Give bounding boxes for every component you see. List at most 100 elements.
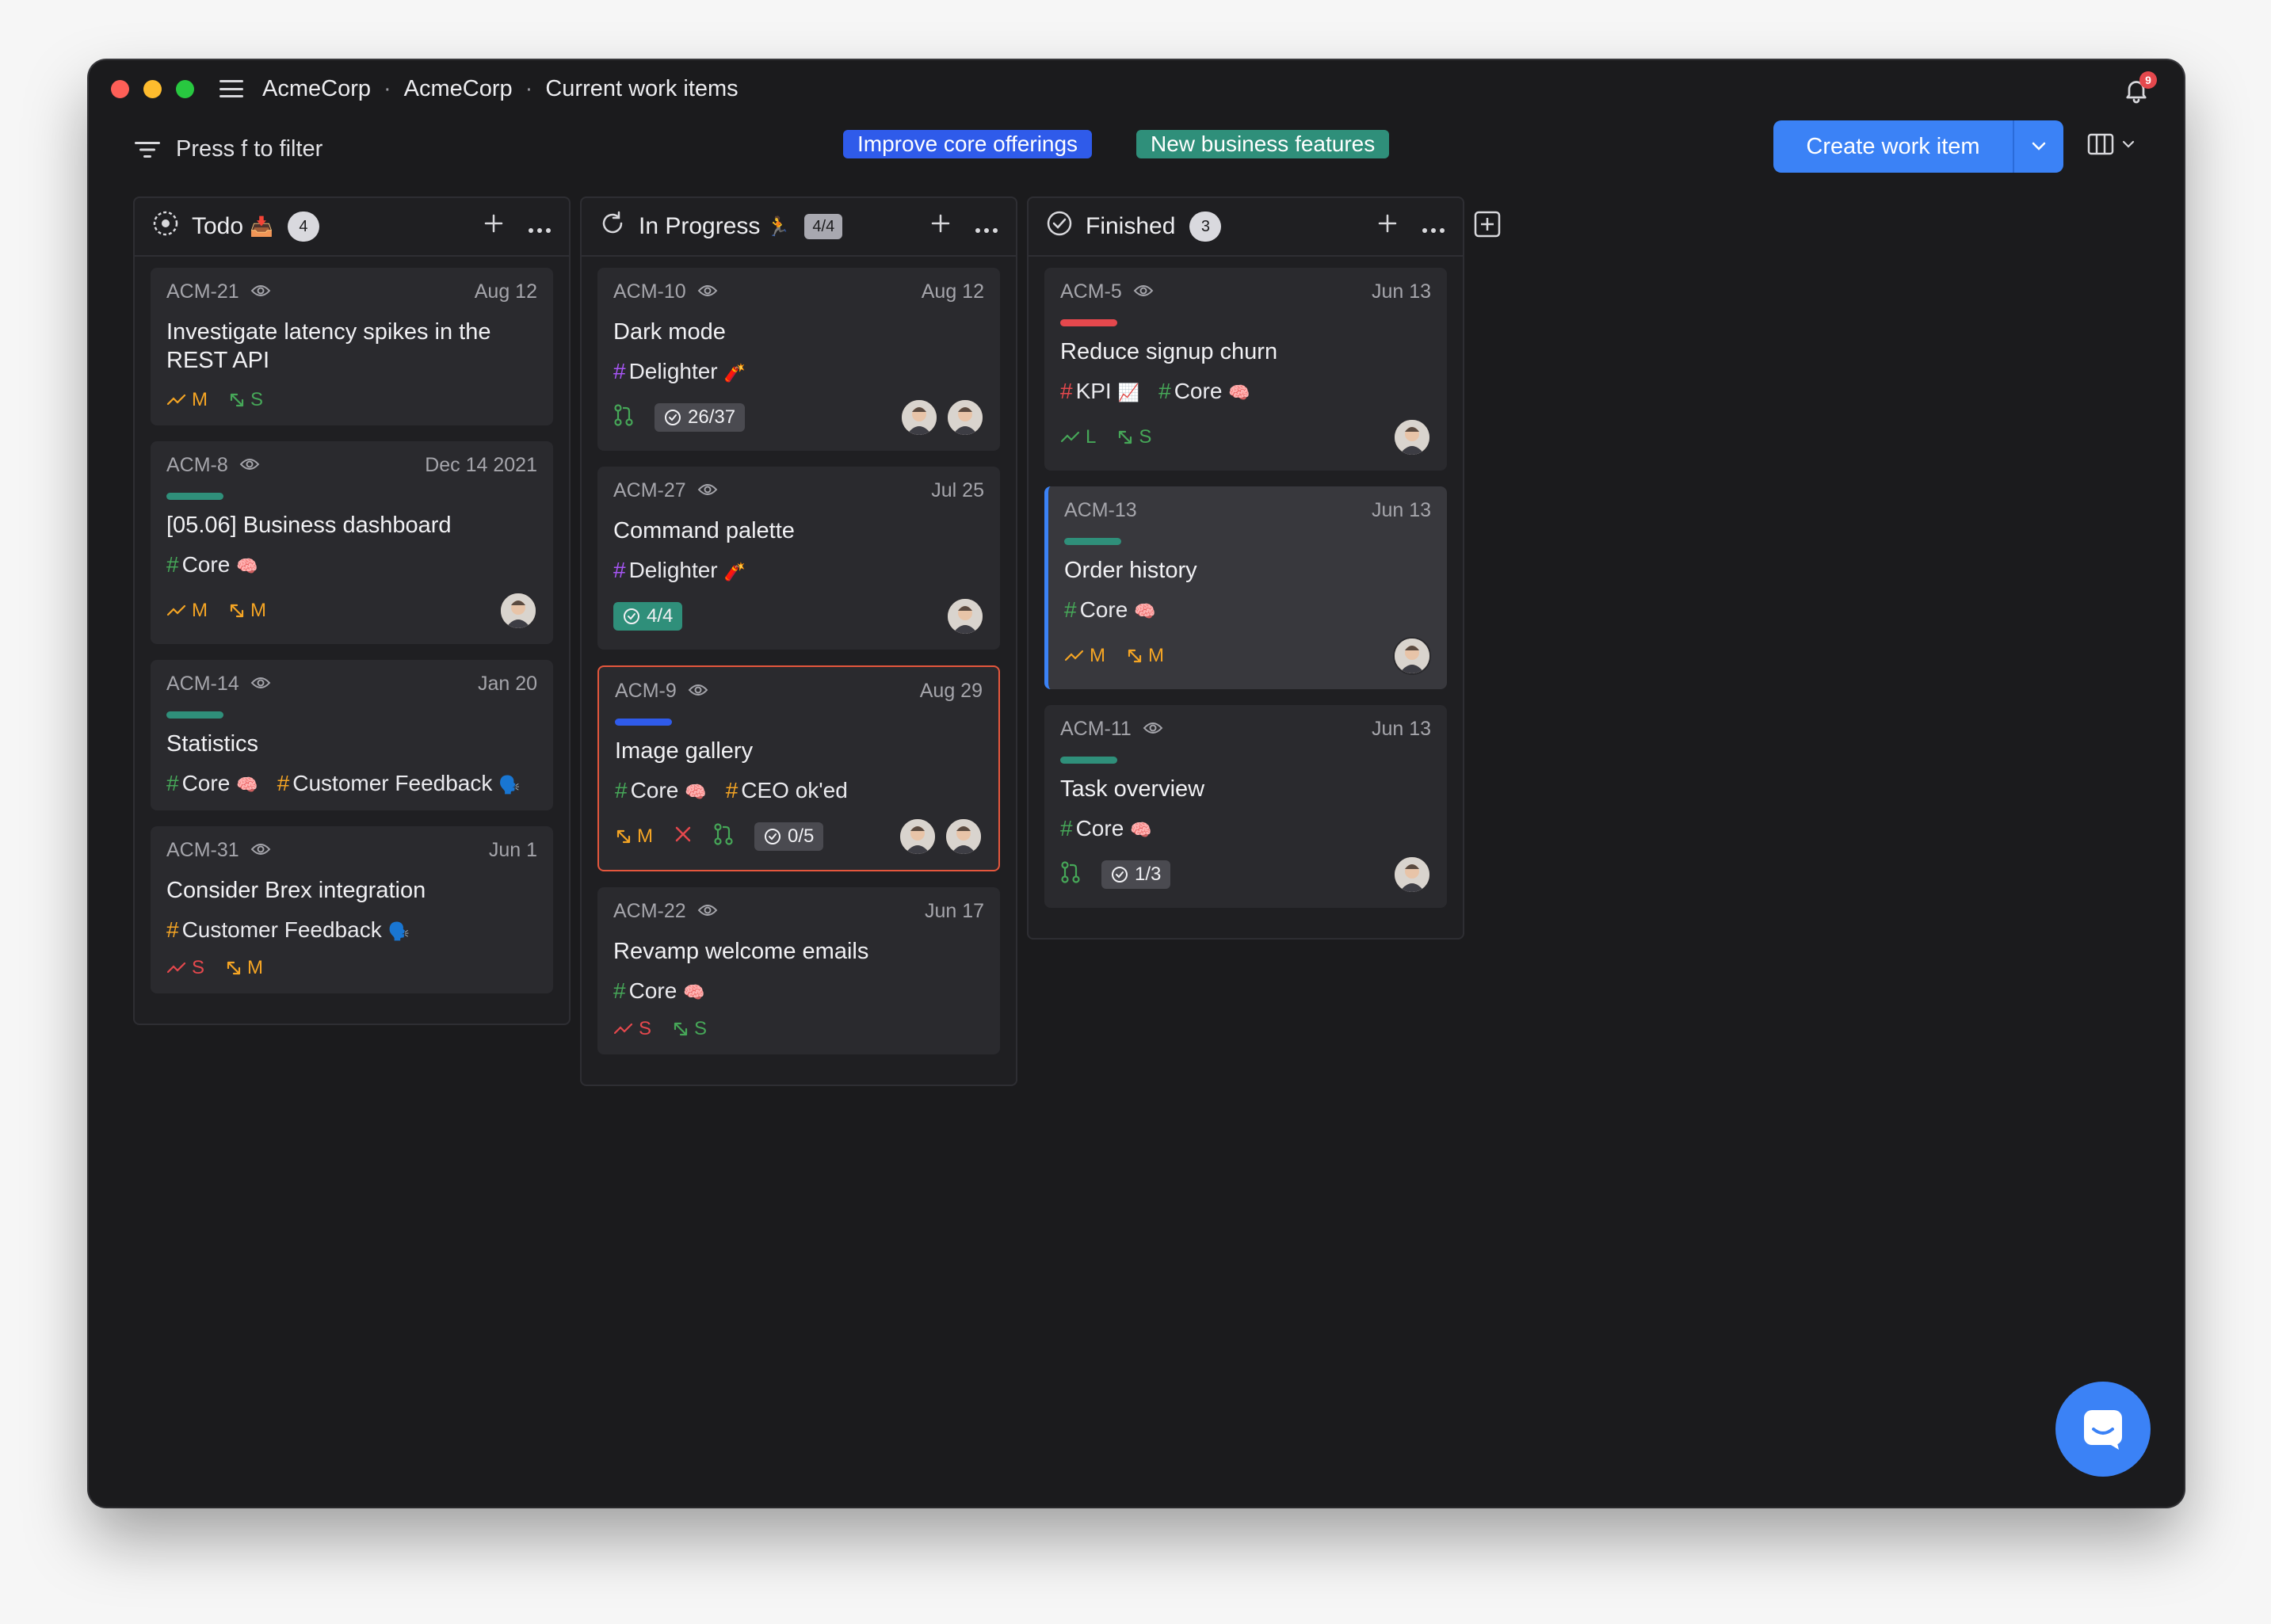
impact-estimate[interactable]: S — [166, 957, 204, 979]
subscribe-toggle[interactable] — [250, 673, 271, 696]
label-tag[interactable]: # Core 🧠 — [1158, 379, 1250, 404]
subscribe-toggle[interactable] — [697, 280, 718, 303]
breadcrumb-team[interactable]: AcmeCorp — [404, 76, 513, 102]
column-more-button[interactable] — [528, 213, 552, 240]
card-header: ACM-5 Jun 13 — [1060, 280, 1431, 303]
label-tag[interactable]: # Core 🧠 — [166, 552, 258, 578]
work-item-card[interactable]: ACM-31 Jun 1 Consider Brex integration # Cus… — [151, 826, 553, 993]
work-item-id: ACM-5 — [1060, 280, 1122, 303]
pull-request-icon — [1061, 860, 1080, 883]
checklist-icon — [1112, 867, 1128, 883]
work-item-card[interactable]: ACM-27 Jul 25 Command palette # Delighter 🧨 4/… — [597, 467, 1000, 650]
avatar[interactable] — [1393, 637, 1431, 675]
subscribe-toggle[interactable] — [250, 280, 271, 303]
project-tag-new-business[interactable]: New business features — [1136, 130, 1390, 158]
work-item-card[interactable]: ACM-5 Jun 13 Reduce signup churn # KPI 📈 # Core… — [1044, 268, 1447, 471]
work-item-card[interactable]: ACM-8 Dec 14 2021 [05.06] Business dashboa… — [151, 441, 553, 644]
label-tag[interactable]: # Delighter 🧨 — [613, 558, 746, 583]
avatar-face-icon — [1395, 420, 1429, 455]
avatar[interactable] — [946, 597, 984, 635]
avatar[interactable] — [945, 818, 983, 856]
filter-input[interactable]: Press f to filter — [135, 136, 323, 162]
card-header: ACM-13 Jun 13 — [1064, 499, 1431, 522]
maximize-window-button[interactable] — [176, 79, 194, 98]
impact-estimate[interactable]: M — [166, 600, 208, 622]
label-tag[interactable]: # CEO ok'ed — [726, 778, 848, 803]
checklist-progress[interactable]: 1/3 — [1101, 860, 1171, 889]
effort-estimate[interactable]: S — [672, 1018, 707, 1040]
work-item-id: ACM-21 — [166, 280, 239, 303]
work-item-card[interactable]: ACM-13 Jun 13 Order history # Core 🧠 M M — [1044, 486, 1447, 689]
project-tag-improve[interactable]: Improve core offerings — [843, 130, 1093, 158]
label-tag[interactable]: # Core 🧠 — [613, 978, 705, 1004]
blocked-indicator[interactable] — [674, 825, 693, 849]
label-tag[interactable]: # Core 🧠 — [166, 771, 258, 796]
add-card-button[interactable] — [1377, 213, 1398, 240]
effort-estimate[interactable]: M — [615, 825, 653, 848]
label-tag[interactable]: # Core 🧠 — [1064, 597, 1156, 623]
avatar[interactable] — [899, 818, 937, 856]
pull-request-link[interactable] — [713, 822, 734, 852]
breadcrumb-view[interactable]: Current work items — [545, 76, 738, 102]
effort-estimate[interactable]: M — [1126, 645, 1164, 667]
plus-icon — [1378, 214, 1397, 233]
avatar[interactable] — [1393, 418, 1431, 456]
work-item-card[interactable]: ACM-10 Aug 12 Dark mode # Delighter 🧨 26/37 — [597, 268, 1000, 451]
label-emoji: 🗣️ — [498, 775, 521, 795]
avatar[interactable] — [499, 592, 537, 630]
checklist-progress[interactable]: 4/4 — [613, 602, 683, 631]
subscribe-toggle[interactable] — [697, 900, 718, 923]
work-item-card[interactable]: ACM-14 Jan 20 Statistics # Core 🧠 # Customer Fe… — [151, 660, 553, 810]
subscribe-toggle[interactable] — [697, 479, 718, 502]
work-item-id: ACM-10 — [613, 280, 686, 303]
avatar[interactable] — [1393, 856, 1431, 894]
column-more-button[interactable] — [975, 213, 998, 240]
label-tag[interactable]: # Core 🧠 — [615, 778, 707, 803]
label-tag[interactable]: # Delighter 🧨 — [613, 359, 746, 384]
label-list: # Delighter 🧨 — [613, 359, 984, 384]
label-tag[interactable]: # Customer Feedback 🗣️ — [166, 917, 410, 943]
add-column-button[interactable] — [1474, 211, 1501, 242]
work-item-card[interactable]: ACM-22 Jun 17 Revamp welcome emails # Core 🧠 S… — [597, 887, 1000, 1054]
column-more-button[interactable] — [1422, 213, 1445, 240]
avatar-face-icon — [948, 599, 983, 634]
effort-estimate[interactable]: M — [228, 600, 266, 622]
minimize-window-button[interactable] — [143, 79, 162, 98]
effort-estimate[interactable]: M — [225, 957, 263, 979]
subscribe-toggle[interactable] — [1133, 280, 1154, 303]
impact-estimate[interactable]: M — [1064, 645, 1105, 667]
label-tag[interactable]: # Customer Feedback 🗣️ — [277, 771, 521, 796]
checklist-progress[interactable]: 26/37 — [655, 403, 746, 432]
create-options-dropdown[interactable] — [2014, 120, 2063, 173]
work-item-card[interactable]: ACM-21 Aug 12 Investigate latency spikes i… — [151, 268, 553, 425]
label-tag[interactable]: # KPI 📈 — [1060, 379, 1139, 404]
support-chat-button[interactable] — [2055, 1382, 2151, 1477]
work-item-card[interactable]: ACM-9 Aug 29 Image gallery # Core 🧠 # CEO ok'ed… — [597, 665, 1000, 871]
effort-estimate[interactable]: S — [1116, 426, 1151, 448]
effort-estimate[interactable]: S — [228, 389, 263, 411]
notifications-button[interactable]: 9 — [2122, 71, 2157, 105]
impact-estimate[interactable]: M — [166, 389, 208, 411]
subscribe-toggle[interactable] — [1143, 718, 1163, 741]
view-layout-button[interactable] — [2087, 133, 2135, 155]
subscribe-toggle[interactable] — [239, 454, 260, 477]
breadcrumb-workspace[interactable]: AcmeCorp — [262, 76, 371, 102]
impact-estimate[interactable]: S — [613, 1018, 651, 1040]
checklist-progress[interactable]: 0/5 — [754, 822, 824, 851]
label-name: Core — [181, 552, 231, 577]
work-item-title: [05.06] Business dashboard — [166, 513, 452, 538]
work-item-card[interactable]: ACM-11 Jun 13 Task overview # Core 🧠 1/3 — [1044, 705, 1447, 908]
create-work-item-button[interactable]: Create work item — [1773, 120, 2014, 173]
menu-icon[interactable] — [219, 80, 243, 97]
subscribe-toggle[interactable] — [688, 680, 708, 703]
add-card-button[interactable] — [930, 213, 951, 240]
subscribe-toggle[interactable] — [250, 839, 271, 862]
label-tag[interactable]: # Core 🧠 — [1060, 816, 1152, 841]
pull-request-link[interactable] — [1060, 860, 1081, 890]
pull-request-link[interactable] — [613, 403, 634, 433]
impact-estimate[interactable]: L — [1060, 426, 1096, 448]
avatar[interactable] — [900, 398, 938, 436]
close-window-button[interactable] — [111, 79, 129, 98]
add-card-button[interactable] — [483, 213, 504, 240]
avatar[interactable] — [946, 398, 984, 436]
